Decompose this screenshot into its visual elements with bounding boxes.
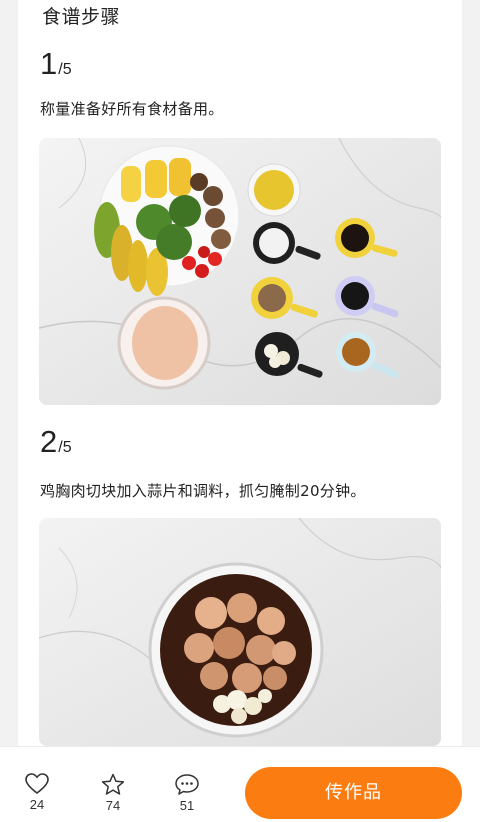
step-2-total: /5 — [58, 439, 72, 456]
step-1-total: /5 — [58, 61, 72, 78]
favorite-count: 74 — [105, 798, 121, 813]
star-icon — [101, 773, 125, 795]
step-2-description: 鸡胸肉切块加入蒜片和调料，抓匀腌制20分钟。 — [40, 482, 366, 500]
step-1-index: 1 — [40, 46, 58, 81]
comment-count: 51 — [179, 798, 195, 813]
comment-icon — [175, 774, 199, 795]
ingredients-image — [39, 138, 441, 405]
bottom-action-bar: 24 74 51 传作品 — [0, 746, 480, 822]
upload-work-button[interactable]: 传作品 — [245, 767, 462, 819]
step-1-number: 1/5 — [40, 46, 72, 82]
like-button[interactable]: 24 — [15, 773, 59, 812]
like-count: 24 — [29, 797, 45, 812]
step-2-index: 2 — [40, 424, 58, 459]
marinated-chicken-image — [39, 518, 441, 746]
step-2-number: 2/5 — [40, 424, 72, 460]
heart-icon — [25, 773, 49, 795]
step-1-description: 称量准备好所有食材备用。 — [40, 100, 224, 118]
step-1-photo[interactable] — [39, 138, 441, 405]
step-2-photo[interactable] — [39, 518, 441, 746]
favorite-button[interactable]: 74 — [91, 773, 135, 813]
section-title: 食谱步骤 — [42, 6, 121, 28]
comment-button[interactable]: 51 — [165, 773, 209, 813]
